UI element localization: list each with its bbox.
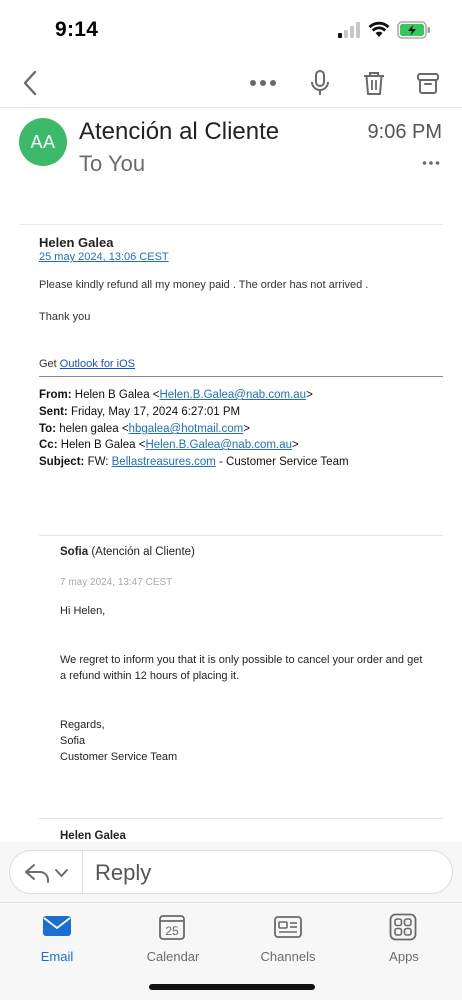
quoted-from-name: Helen Galea bbox=[60, 830, 126, 842]
forward-cc-end: > bbox=[292, 439, 299, 451]
message-header: AA Atención al Cliente To You 9:06 PM bbox=[0, 108, 462, 224]
trash-icon bbox=[364, 72, 384, 95]
quote-divider bbox=[39, 535, 443, 536]
forward-cc-line: Cc: Helen B Galea <Helen.B.Galea@nab.com… bbox=[39, 439, 299, 451]
quoted-greeting: Hi Helen, bbox=[60, 605, 106, 617]
quoted-from-line: Sofia (Atención al Cliente) bbox=[60, 546, 195, 558]
tab-apps[interactable]: Apps bbox=[364, 909, 444, 969]
quote-divider bbox=[39, 818, 443, 819]
message-more-button[interactable] bbox=[422, 158, 440, 168]
forward-from-end: > bbox=[306, 389, 313, 401]
forward-to-line: To: helen galea <hbgalea@hotmail.com> bbox=[39, 423, 250, 435]
tab-calendar[interactable]: 25 Calendar bbox=[133, 909, 213, 969]
tab-label: Email bbox=[40, 949, 74, 964]
voice-button[interactable] bbox=[305, 68, 335, 98]
body-from-name: Helen Galea bbox=[39, 235, 114, 250]
forward-subject-link[interactable]: Bellastreasures.com bbox=[112, 456, 216, 468]
wifi-icon bbox=[368, 21, 390, 37]
recipient-line[interactable]: To You bbox=[79, 151, 145, 177]
quoted-from-org: (Atención al Cliente) bbox=[88, 546, 195, 558]
forward-sent-line: Sent: Friday, May 17, 2024 6:27:01 PM bbox=[39, 406, 240, 418]
body-paragraph: Please kindly refund all my money paid .… bbox=[39, 279, 369, 291]
outlook-ios-link[interactable]: Outlook for iOS bbox=[60, 358, 135, 370]
forward-to-label: To: bbox=[39, 423, 57, 435]
reply-label: Reply bbox=[95, 860, 152, 885]
apps-icon bbox=[389, 913, 417, 941]
body-paragraph: Thank you bbox=[39, 311, 91, 323]
quoted-signature-team: Customer Service Team bbox=[60, 751, 178, 763]
more-horizontal-icon bbox=[250, 80, 276, 86]
home-indicator bbox=[149, 984, 315, 990]
forward-from-label: From: bbox=[39, 389, 72, 401]
status-time: 9:14 bbox=[55, 18, 99, 41]
mail-icon bbox=[43, 916, 71, 936]
battery-charging-icon bbox=[397, 21, 430, 39]
message-toolbar bbox=[0, 60, 462, 108]
quoted-signature-name: Sofia bbox=[60, 735, 86, 747]
quoted-body-line: We regret to inform you that it is only … bbox=[60, 654, 423, 666]
forward-subject-line: Subject: FW: Bellastreasures.com - Custo… bbox=[39, 456, 349, 468]
back-button[interactable] bbox=[15, 68, 45, 98]
quoted-from-name: Sofia bbox=[60, 546, 89, 558]
forward-sent-value: Friday, May 17, 2024 6:27:01 PM bbox=[67, 406, 241, 418]
archive-icon bbox=[417, 73, 439, 94]
sender-avatar[interactable]: AA bbox=[19, 118, 67, 166]
forward-subject-prefix: FW: bbox=[84, 456, 112, 468]
tab-label: Apps bbox=[389, 949, 419, 964]
quoted-date: 7 may 2024, 13:47 CEST bbox=[60, 577, 173, 588]
forward-to-name: helen galea < bbox=[56, 423, 129, 435]
forward-subject-suffix: - Customer Service Team bbox=[215, 456, 349, 468]
calendar-date: 25 bbox=[165, 924, 179, 938]
reply-area: Reply bbox=[0, 842, 462, 902]
forward-cc-name: Helen B Galea < bbox=[57, 439, 146, 451]
reply-separator bbox=[82, 851, 83, 893]
forward-from-name: Helen B Galea < bbox=[71, 389, 160, 401]
calendar-icon: 25 bbox=[159, 915, 185, 940]
delete-button[interactable] bbox=[359, 68, 389, 98]
microphone-icon bbox=[311, 70, 329, 95]
forward-to-end: > bbox=[243, 423, 250, 435]
quoted-body-line: a refund within 12 hours of placing it. bbox=[60, 670, 240, 682]
status-bar: 9:14 bbox=[0, 0, 462, 60]
signature-line: Get Outlook for iOS bbox=[39, 358, 135, 370]
cellular-signal-icon bbox=[338, 22, 360, 38]
reply-options-button[interactable] bbox=[22, 860, 72, 886]
reply-input[interactable]: Reply bbox=[9, 850, 453, 894]
body-date-link[interactable]: 25 may 2024, 13:06 CEST bbox=[39, 251, 169, 263]
channels-icon bbox=[274, 916, 302, 938]
forward-cc-email-link[interactable]: Helen.B.Galea@nab.com.au bbox=[145, 439, 292, 451]
tab-label: Channels bbox=[260, 949, 316, 964]
forward-sent-label: Sent: bbox=[39, 406, 68, 418]
forward-cc-label: Cc: bbox=[39, 439, 58, 451]
signature-prefix: Get bbox=[39, 358, 60, 370]
tab-channels[interactable]: Channels bbox=[248, 909, 328, 969]
sender-name[interactable]: Atención al Cliente bbox=[79, 118, 279, 146]
archive-button[interactable] bbox=[413, 68, 443, 98]
message-body: Helen Galea 25 may 2024, 13:06 CEST Plea… bbox=[0, 225, 462, 842]
forward-to-email-link[interactable]: hbgalea@hotmail.com bbox=[129, 423, 244, 435]
tab-label: Calendar bbox=[146, 949, 200, 964]
tab-email[interactable]: Email bbox=[17, 909, 97, 969]
forward-subject-label: Subject: bbox=[39, 456, 85, 468]
more-options-button[interactable] bbox=[248, 68, 278, 98]
message-time: 9:06 PM bbox=[367, 121, 442, 143]
quoted-regards: Regards, bbox=[60, 719, 105, 731]
forward-from-line: From: Helen B Galea <Helen.B.Galea@nab.c… bbox=[39, 389, 313, 401]
forward-from-email-link[interactable]: Helen.B.Galea@nab.com.au bbox=[160, 389, 307, 401]
chevron-left-icon bbox=[23, 70, 37, 96]
forward-divider bbox=[39, 376, 443, 377]
